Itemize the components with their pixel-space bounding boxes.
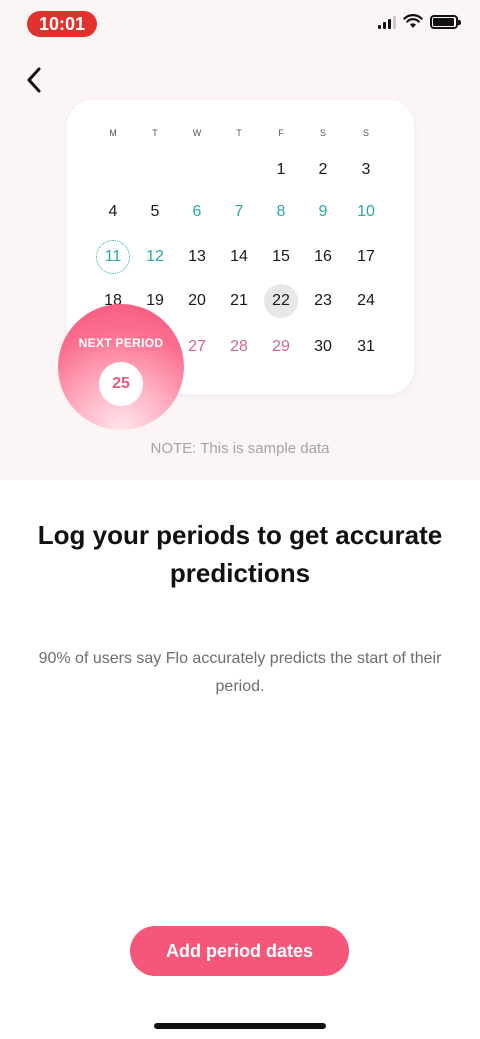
calendar-day: 21 [230, 292, 248, 309]
calendar-day: 2 [318, 161, 328, 178]
home-indicator [154, 1023, 326, 1029]
calendar-day: 30 [314, 338, 332, 355]
calendar-day: 27 [188, 338, 206, 355]
cellular-signal-icon [378, 15, 396, 29]
weekday-label: F [278, 128, 284, 138]
chevron-left-icon [27, 67, 41, 93]
calendar-day: 16 [314, 248, 332, 265]
weekday-label: T [236, 128, 242, 138]
onboarding-screen: 10:01 MTWTFSS 1 2 3 4 5 6 7 8 9 10 11 12 13 14 15 16 17 1… [0, 0, 480, 1039]
calendar-day: 3 [361, 161, 371, 178]
calendar-day: 8 [276, 203, 286, 220]
calendar-day: 23 [314, 292, 332, 309]
calendar-day: 20 [188, 292, 206, 309]
sample-data-note: NOTE: This is sample data [150, 440, 330, 457]
battery-icon [430, 14, 461, 29]
next-period-day: 25 [99, 362, 143, 406]
page-subtitle: 90% of users say Flo accurately predicts… [38, 650, 442, 695]
calendar-day: 22 [264, 284, 298, 318]
calendar-day: 10 [357, 203, 375, 220]
calendar-day: 13 [188, 248, 206, 265]
calendar-day: 15 [272, 248, 290, 265]
weekday-label: T [152, 128, 158, 138]
calendar-day: 24 [357, 292, 375, 309]
weekday-label: S [362, 128, 369, 138]
next-period-label: NEXT PERIOD [78, 336, 164, 350]
calendar-day: 4 [108, 203, 118, 220]
weekday-label: W [192, 128, 202, 138]
page-title: Log your periods to get accurate predict… [37, 520, 443, 588]
calendar-day: 31 [357, 338, 375, 355]
calendar-day: 5 [150, 203, 160, 220]
calendar-day: 6 [192, 203, 202, 220]
calendar-day: 17 [357, 248, 375, 265]
weekday-label: M [109, 128, 117, 138]
calendar-day: 14 [230, 248, 248, 265]
weekday-label: S [319, 128, 326, 138]
add-period-dates-button[interactable]: Add period dates [130, 926, 349, 976]
calendar-day: 9 [318, 203, 328, 220]
calendar-day: 11 [96, 240, 130, 274]
calendar-day: 12 [146, 248, 164, 265]
next-period-badge: NEXT PERIOD 25 [58, 304, 184, 430]
calendar-day: 7 [234, 203, 244, 220]
status-bar: 10:01 [0, 0, 480, 48]
wifi-icon [403, 14, 423, 28]
back-button[interactable] [16, 62, 52, 98]
status-time: 10:01 [27, 11, 97, 37]
weekday-row: MTWTFSS [67, 128, 414, 142]
calendar-day: 29 [272, 338, 290, 355]
calendar-day: 28 [230, 338, 248, 355]
calendar-day: 1 [276, 161, 286, 178]
status-icons [378, 14, 461, 29]
